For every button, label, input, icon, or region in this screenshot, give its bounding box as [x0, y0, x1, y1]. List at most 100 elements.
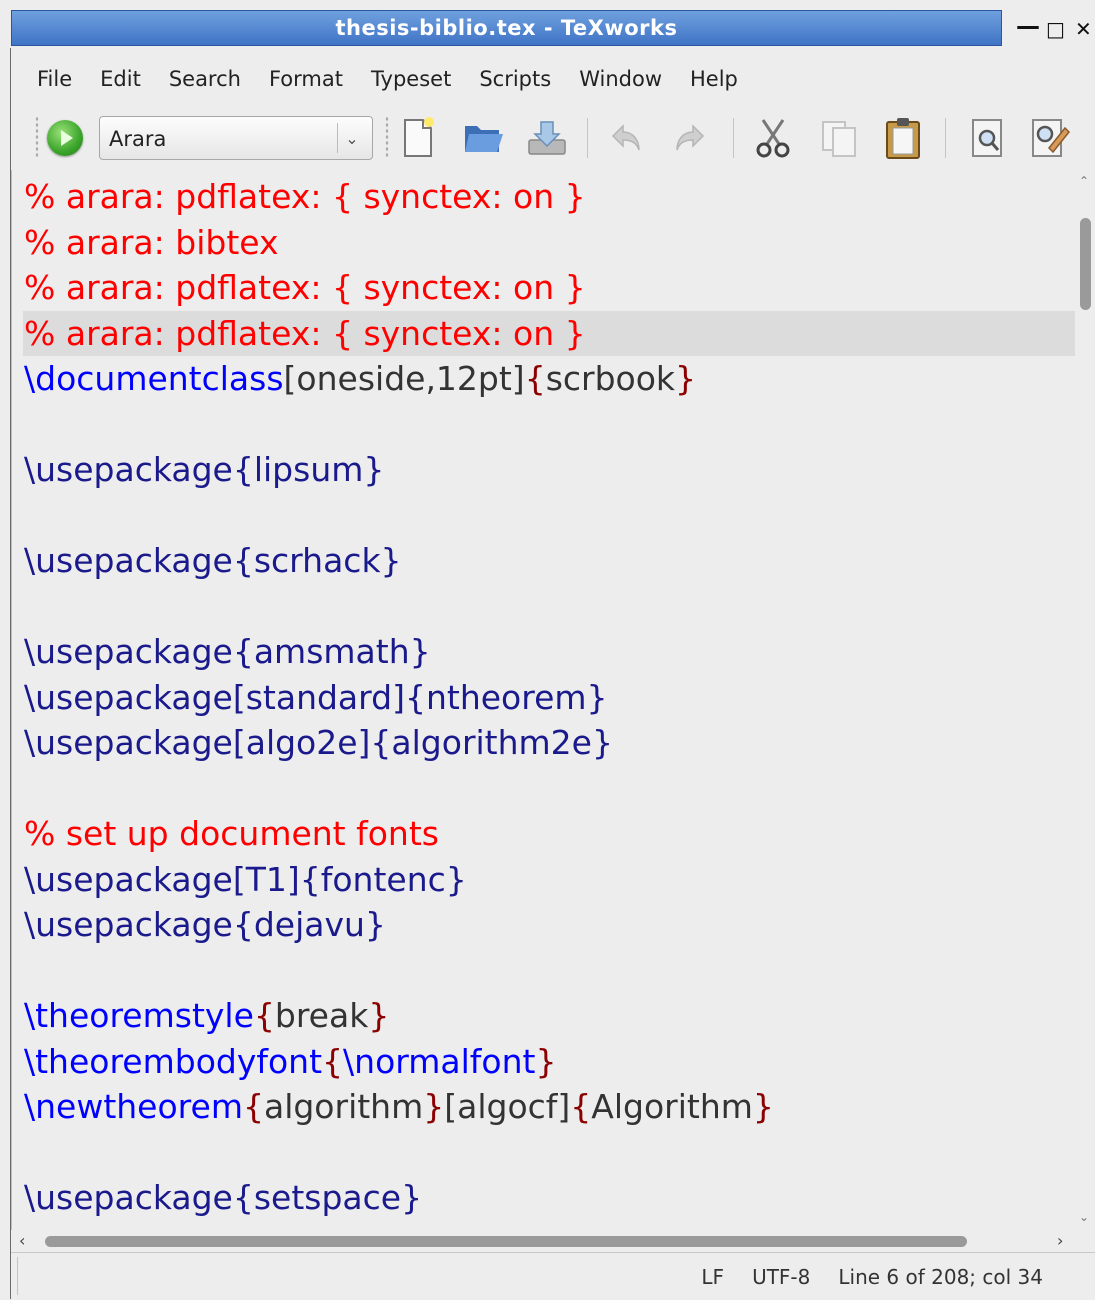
- code-line[interactable]: \usepackage{dejavu}: [24, 902, 386, 947]
- code-line[interactable]: \theorembodyfont{\normalfont}: [24, 1039, 556, 1084]
- code-token-pkg: \usepackage{dejavu}: [24, 905, 386, 944]
- cursor-position: Line 6 of 208; col 34: [838, 1264, 1043, 1289]
- code-line[interactable]: % arara: pdflatex: { synctex: on }: [24, 265, 586, 310]
- horizontal-scrollbar[interactable]: ‹ ›: [11, 1230, 1075, 1252]
- code-token-comment: % arara: pdflatex: { synctex: on }: [24, 177, 586, 216]
- code-token-brace: }: [368, 996, 390, 1035]
- code-line[interactable]: \usepackage{lipsum}: [24, 447, 384, 492]
- scroll-down-icon[interactable]: ⌄: [1079, 1210, 1089, 1224]
- code-token-brace: }: [675, 359, 697, 398]
- code-token-brace: }: [423, 1087, 445, 1126]
- code-line[interactable]: \usepackage[standard]{ntheorem}: [24, 675, 608, 720]
- close-icon[interactable]: ✕: [1075, 17, 1092, 41]
- menu-edit[interactable]: Edit: [86, 58, 155, 100]
- code-token-brace: {: [253, 996, 275, 1035]
- code-line[interactable]: \usepackage{scrhack}: [24, 538, 402, 583]
- code-token-comment: % arara: pdflatex: { synctex: on }: [24, 313, 586, 353]
- code-token-brace: }: [535, 1041, 557, 1081]
- search-icon[interactable]: [965, 114, 1013, 162]
- toolbar-separator: [733, 118, 734, 158]
- menu-scripts[interactable]: Scripts: [465, 58, 565, 100]
- code-editor[interactable]: % arara: pdflatex: { synctex: on } % arar…: [11, 170, 1076, 1230]
- undo-icon[interactable]: [603, 114, 651, 162]
- code-line[interactable]: \theoremstyle{break}: [24, 993, 389, 1038]
- code-token-comment: % arara: pdflatex: { synctex: on }: [24, 268, 586, 307]
- code-token-cmd: \theorembodyfont: [24, 1041, 323, 1081]
- redo-icon[interactable]: [665, 114, 713, 162]
- code-token-brace: {: [322, 1041, 344, 1081]
- code-token-cmd: \newtheorem: [24, 1087, 243, 1126]
- code-token-arg: scrbook: [545, 359, 676, 398]
- typeset-engine-value: Arara: [109, 127, 167, 151]
- code-line[interactable]: \usepackage{amsmath}: [24, 629, 431, 674]
- typeset-run-icon[interactable]: [47, 120, 83, 156]
- code-token-brace: {: [570, 1087, 592, 1126]
- status-bar: LF UTF-8 Line 6 of 208; col 34: [11, 1252, 1095, 1300]
- window-title-strip[interactable]: thesis-biblio.tex - TeXworks: [11, 10, 1002, 46]
- code-token-brace: }: [752, 1087, 774, 1126]
- menu-search[interactable]: Search: [155, 58, 255, 100]
- code-token-pkg: \usepackage{amsmath}: [24, 632, 431, 671]
- code-token-opt: [algocf]: [444, 1087, 571, 1126]
- scroll-left-icon[interactable]: ‹: [19, 1231, 25, 1250]
- menu-format[interactable]: Format: [255, 58, 357, 100]
- menu-help[interactable]: Help: [676, 58, 752, 100]
- replace-icon[interactable]: [1025, 114, 1073, 162]
- code-token-pkg: \usepackage{lipsum}: [24, 450, 385, 489]
- code-line[interactable]: % set up document fonts: [24, 811, 439, 856]
- menu-file[interactable]: File: [23, 58, 86, 100]
- horizontal-scroll-thumb[interactable]: [45, 1236, 967, 1247]
- copy-icon[interactable]: [815, 114, 863, 162]
- new-file-icon[interactable]: [395, 114, 443, 162]
- code-line[interactable]: \usepackage[algo2e]{algorithm2e}: [24, 720, 613, 765]
- vertical-scroll-thumb[interactable]: [1080, 218, 1091, 310]
- code-line[interactable]: \usepackage[T1]{fontenc}: [24, 857, 467, 902]
- code-token-brace: {: [242, 1087, 264, 1126]
- menu-bar: File Edit Search Format Typeset Scripts …: [11, 58, 1095, 100]
- code-token-comment: % arara: bibtex: [24, 222, 279, 262]
- maximize-icon[interactable]: □: [1046, 17, 1065, 41]
- toolbar-separator: [945, 118, 946, 158]
- chevron-down-icon: ⌄: [337, 123, 366, 153]
- code-token-pkg: \usepackage[algo2e]{algorithm2e}: [24, 723, 613, 762]
- code-token-cmd: \normalfont: [343, 1041, 536, 1081]
- code-line[interactable]: \usepackage{setspace}: [24, 1175, 422, 1220]
- window-title: thesis-biblio.tex - TeXworks: [335, 16, 678, 40]
- code-token-pkg: \usepackage[standard]{ntheorem}: [24, 677, 608, 717]
- title-bar: thesis-biblio.tex - TeXworks — □ ✕: [0, 0, 1095, 58]
- cut-icon[interactable]: [749, 114, 797, 162]
- code-token-cmd: \documentclass: [24, 359, 284, 398]
- scroll-right-icon[interactable]: ›: [1057, 1231, 1063, 1250]
- menu-window[interactable]: Window: [565, 58, 676, 100]
- code-token-cmd: \theoremstyle: [24, 996, 254, 1035]
- line-ending-indicator[interactable]: LF: [701, 1265, 724, 1289]
- code-token-arg: Algorithm: [591, 1087, 753, 1126]
- status-bar-divider: [17, 1257, 18, 1295]
- toolbar-grip[interactable]: [35, 116, 39, 158]
- code-token-comment: % set up document fonts: [24, 814, 439, 853]
- code-token-arg: algorithm: [263, 1087, 424, 1126]
- code-line[interactable]: % arara: bibtex: [24, 220, 279, 265]
- code-token-opt: [oneside,12pt]: [283, 359, 525, 398]
- toolbar-grip[interactable]: [385, 116, 389, 158]
- minimize-icon[interactable]: —: [1016, 14, 1040, 38]
- code-token-pkg: \usepackage{setspace}: [24, 1178, 423, 1217]
- code-line[interactable]: \documentclass[oneside,12pt]{scrbook}: [24, 356, 696, 401]
- code-token-pkg: \usepackage[T1]{fontenc}: [24, 859, 467, 899]
- typeset-engine-select[interactable]: Arara ⌄: [99, 116, 373, 160]
- save-icon[interactable]: [523, 114, 571, 162]
- code-token-brace: {: [524, 359, 546, 398]
- code-line[interactable]: \newtheorem{algorithm}[algocf]{Algorithm…: [24, 1084, 774, 1129]
- code-line[interactable]: % arara: pdflatex: { synctex: on }: [24, 311, 586, 356]
- encoding-indicator[interactable]: UTF-8: [752, 1265, 810, 1289]
- toolbar: Arara ⌄: [11, 110, 1095, 168]
- code-token-arg: break: [274, 996, 369, 1035]
- code-token-pkg: \usepackage{scrhack}: [24, 541, 402, 580]
- vertical-scrollbar[interactable]: ⌃ ⌄: [1075, 170, 1095, 1230]
- scroll-up-icon[interactable]: ⌃: [1079, 174, 1089, 188]
- menu-typeset[interactable]: Typeset: [357, 58, 465, 100]
- toolbar-separator: [587, 118, 588, 158]
- code-line[interactable]: % arara: pdflatex: { synctex: on }: [24, 174, 586, 219]
- open-folder-icon[interactable]: [459, 114, 507, 162]
- paste-icon[interactable]: [879, 114, 927, 162]
